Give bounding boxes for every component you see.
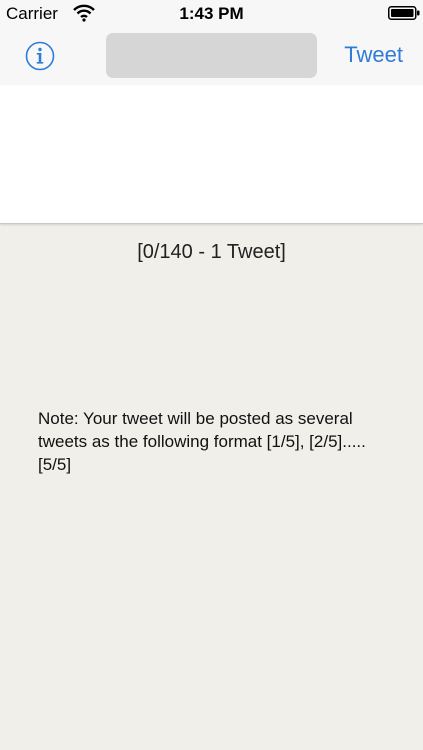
info-icon[interactable] [25,41,55,71]
nav-bar: Tweet [0,27,423,85]
character-counter: [0/140 - 1 Tweet] [137,241,286,263]
title-field[interactable] [106,33,317,78]
status-time: 1:43 PM [179,4,244,23]
tweet-button[interactable]: Tweet [344,42,403,68]
status-bar: Carrier 1:43 PM [0,0,423,27]
battery-icon [388,6,420,20]
format-note: Note: Your tweet will be posted as sever… [38,409,366,474]
tweet-text-area[interactable] [0,85,423,224]
